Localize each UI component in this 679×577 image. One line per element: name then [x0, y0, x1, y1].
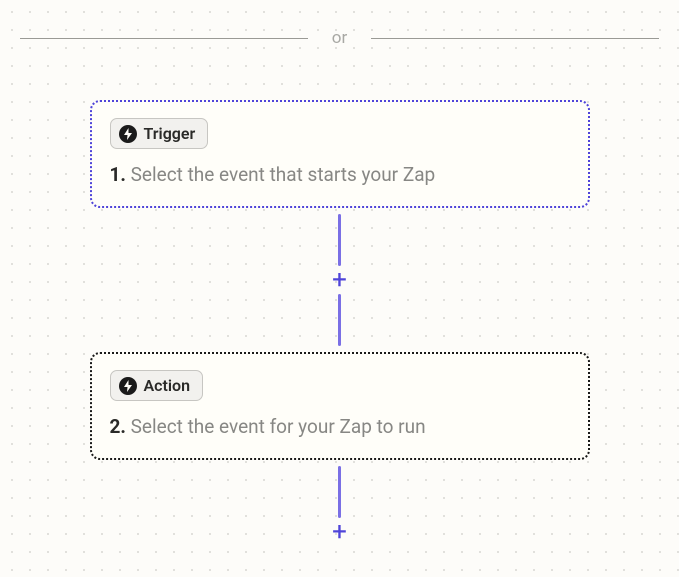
connector-2: + — [328, 460, 352, 544]
trigger-badge: Trigger — [110, 118, 209, 149]
trigger-step-description: Select the event that starts your Zap — [131, 163, 436, 186]
lightning-icon — [119, 377, 137, 395]
trigger-step-number: 1. — [110, 163, 126, 186]
plus-icon: + — [332, 267, 347, 293]
divider-line-right — [371, 38, 659, 39]
action-badge-label: Action — [144, 376, 191, 395]
add-step-button[interactable]: + — [328, 268, 352, 292]
zap-canvas: Trigger 1. Select the event that starts … — [0, 100, 679, 544]
connector-line — [338, 466, 341, 518]
add-step-button[interactable]: + — [328, 520, 352, 544]
action-step-description: Select the event for your Zap to run — [131, 415, 426, 438]
connector-line — [338, 294, 341, 346]
action-step-text: 2. Select the event for your Zap to run — [110, 415, 570, 438]
trigger-step-card[interactable]: Trigger 1. Select the event that starts … — [90, 100, 590, 208]
connector-1: + — [328, 208, 352, 352]
action-step-number: 2. — [110, 415, 126, 438]
or-label: or — [308, 28, 371, 48]
trigger-badge-label: Trigger — [144, 124, 196, 143]
plus-icon: + — [332, 519, 347, 545]
trigger-step-text: 1. Select the event that starts your Zap — [110, 163, 570, 186]
action-step-card[interactable]: Action 2. Select the event for your Zap … — [90, 352, 590, 460]
divider-line-left — [20, 38, 308, 39]
or-divider: or — [0, 28, 679, 48]
action-badge: Action — [110, 370, 204, 401]
connector-line — [338, 214, 341, 266]
lightning-icon — [119, 125, 137, 143]
